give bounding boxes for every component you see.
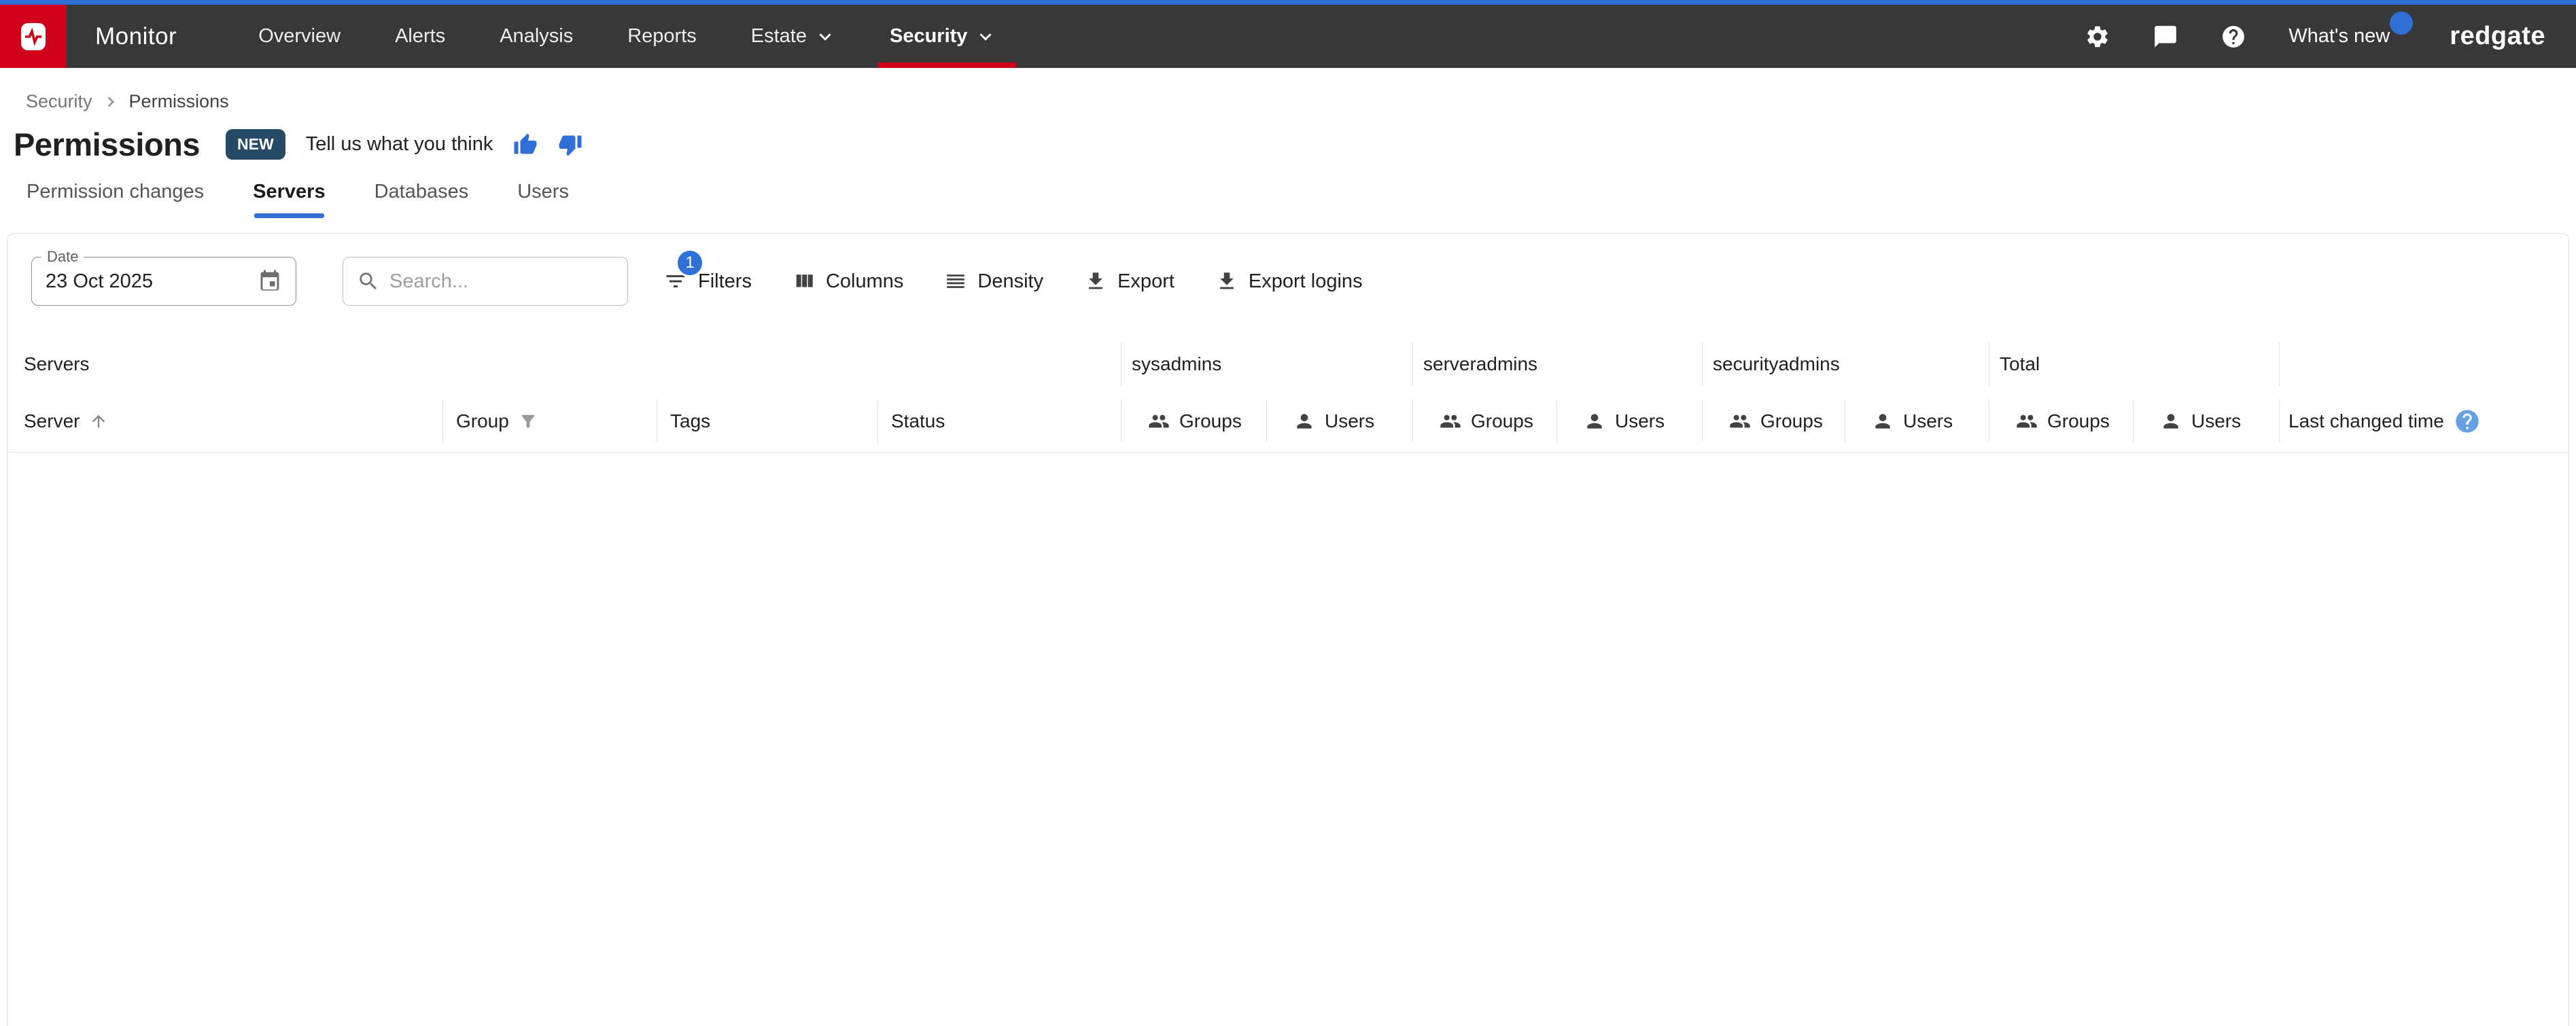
- group-header-sysadmins: sysadmins: [1121, 338, 1412, 390]
- column-header-tags[interactable]: Tags: [657, 390, 877, 452]
- export-button[interactable]: Export: [1084, 270, 1174, 293]
- column-header-total-groups[interactable]: Groups: [1989, 390, 2133, 452]
- thumbs-down-icon[interactable]: [558, 132, 582, 157]
- top-nav: Monitor Overview Alerts Analysis Reports…: [0, 5, 2576, 68]
- groups-icon: [1148, 410, 1170, 432]
- column-header-sysadmins-users[interactable]: Users: [1266, 390, 1412, 452]
- user-icon: [2160, 410, 2182, 432]
- filters-button[interactable]: 1 Filters: [663, 269, 752, 294]
- tab-users[interactable]: Users: [517, 181, 569, 218]
- settings-gear-icon[interactable]: [2085, 24, 2110, 50]
- date-field-label: Date: [41, 248, 84, 266]
- group-header-spacer: [2279, 338, 2569, 390]
- column-header-securityadmins-groups[interactable]: Groups: [1702, 390, 1845, 452]
- calendar-icon[interactable]: [258, 269, 282, 294]
- nav-item-alerts[interactable]: Alerts: [395, 5, 445, 68]
- group-header-total: Total: [1989, 338, 2279, 390]
- user-icon: [1293, 410, 1315, 432]
- help-icon[interactable]: [2221, 24, 2246, 50]
- groups-icon: [1729, 410, 1751, 432]
- search-field[interactable]: [343, 257, 628, 306]
- servers-panel: Date 23 Oct 2025 1 Filters Columns Densi…: [7, 233, 2569, 1026]
- column-header-securityadmins-users[interactable]: Users: [1845, 390, 1989, 452]
- monitor-logo[interactable]: [0, 5, 67, 68]
- nav-item-security[interactable]: Security: [890, 5, 996, 68]
- search-icon: [357, 270, 380, 293]
- chevron-down-icon: [815, 26, 835, 47]
- group-header-securityadmins: securityadmins: [1702, 338, 1989, 390]
- nav-right: What's new redgate: [2085, 22, 2576, 51]
- pulse-logo-icon: [17, 20, 50, 53]
- column-header-group[interactable]: Group: [442, 390, 657, 452]
- notification-dot: [2390, 12, 2413, 35]
- chevron-right-icon: [102, 93, 120, 111]
- filter-funnel-icon[interactable]: [519, 412, 538, 431]
- toolbar-buttons: 1 Filters Columns Density Export Export …: [663, 269, 1363, 294]
- columns-button[interactable]: Columns: [793, 270, 903, 293]
- nav-item-reports[interactable]: Reports: [627, 5, 697, 68]
- date-field[interactable]: Date 23 Oct 2025: [31, 257, 296, 306]
- nav-item-estate[interactable]: Estate: [751, 5, 835, 68]
- column-header-server[interactable]: Server: [7, 390, 442, 452]
- new-badge: NEW: [226, 129, 285, 160]
- feedback-chat-icon[interactable]: [2153, 24, 2178, 50]
- top-accent-strip: [0, 0, 2576, 5]
- density-icon: [944, 270, 967, 293]
- tab-permission-changes[interactable]: Permission changes: [27, 181, 204, 218]
- page-title: Permissions: [14, 126, 200, 163]
- breadcrumb: Security Permissions: [0, 68, 2576, 112]
- density-button[interactable]: Density: [944, 270, 1043, 293]
- toolbar: Date 23 Oct 2025 1 Filters Columns Densi…: [7, 234, 2569, 323]
- title-row: Permissions NEW Tell us what you think: [0, 112, 2576, 163]
- search-input[interactable]: [389, 270, 614, 293]
- column-header-total-users[interactable]: Users: [2133, 390, 2279, 452]
- table-header: Server Group Tags Status Groups Users Gr…: [7, 390, 2569, 453]
- download-icon: [1084, 270, 1107, 293]
- nav-items: Overview Alerts Analysis Reports Estate …: [258, 5, 996, 68]
- product-name: Monitor: [95, 23, 177, 50]
- help-circle-icon[interactable]: [2454, 408, 2481, 435]
- column-header-serveradmins-users[interactable]: Users: [1556, 390, 1702, 452]
- tab-servers[interactable]: Servers: [253, 181, 325, 218]
- sort-ascending-icon: [89, 412, 108, 431]
- breadcrumb-security[interactable]: Security: [26, 91, 92, 112]
- whats-new-link[interactable]: What's new: [2288, 25, 2407, 48]
- nav-item-overview[interactable]: Overview: [258, 5, 341, 68]
- user-icon: [1584, 410, 1605, 432]
- column-header-last-changed[interactable]: Last changed time: [2279, 390, 2569, 452]
- redgate-logo: redgate: [2450, 22, 2545, 51]
- nav-item-analysis[interactable]: Analysis: [500, 5, 573, 68]
- user-icon: [1872, 410, 1894, 432]
- groups-icon: [2016, 410, 2038, 432]
- breadcrumb-permissions: Permissions: [129, 91, 229, 112]
- table-group-header: Servers sysadmins serveradmins securitya…: [7, 338, 2569, 390]
- download-icon: [1215, 270, 1238, 293]
- groups-icon: [1440, 410, 1461, 432]
- tab-databases[interactable]: Databases: [375, 181, 469, 218]
- feedback-text: Tell us what you think: [306, 133, 493, 156]
- filters-count-badge: 1: [676, 249, 704, 277]
- column-header-serveradmins-groups[interactable]: Groups: [1412, 390, 1556, 452]
- group-header-serveradmins: serveradmins: [1412, 338, 1702, 390]
- export-logins-button[interactable]: Export logins: [1215, 270, 1363, 293]
- columns-icon: [793, 270, 816, 293]
- group-header-servers: Servers: [7, 338, 1121, 390]
- chevron-down-icon: [975, 26, 996, 47]
- column-header-status[interactable]: Status: [877, 390, 1121, 452]
- thumbs-up-icon[interactable]: [513, 132, 538, 157]
- date-value: 23 Oct 2025: [46, 270, 153, 293]
- tabs: Permission changes Servers Databases Use…: [0, 181, 2576, 218]
- column-header-sysadmins-groups[interactable]: Groups: [1121, 390, 1266, 452]
